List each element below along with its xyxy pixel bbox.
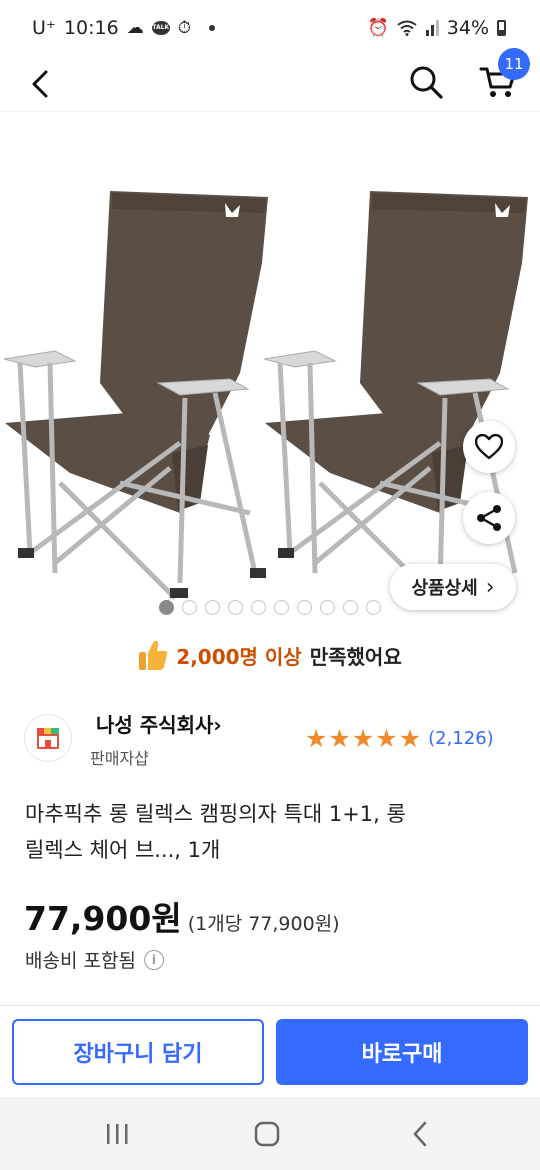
- system-navigation-bar: [0, 1097, 540, 1170]
- page-dot[interactable]: [297, 600, 312, 615]
- seller-logo[interactable]: [24, 714, 72, 762]
- star-icon: ★: [351, 724, 375, 753]
- page-dot[interactable]: [228, 600, 243, 615]
- seller-name: 나성 주식회사: [96, 713, 214, 737]
- satisfaction-banner: 2,000명 이상 만족했어요: [0, 632, 540, 678]
- back-arrow-icon: [32, 70, 48, 98]
- page-dot[interactable]: [274, 600, 289, 615]
- page-dot[interactable]: [320, 600, 335, 615]
- page-dot[interactable]: [366, 600, 381, 615]
- home-icon: [254, 1121, 280, 1147]
- shipping-info: 배송비 포함됨 i: [25, 946, 164, 973]
- app-header: 11: [0, 48, 540, 112]
- product-title-line-2: 릴렉스 체어 브..., 1개: [25, 838, 221, 862]
- back-button[interactable]: [20, 62, 60, 106]
- page-dot[interactable]: [205, 600, 220, 615]
- satisfaction-count: 2,000명 이상: [176, 644, 302, 669]
- star-icon: ★: [305, 724, 328, 753]
- page-dot[interactable]: [182, 600, 197, 615]
- share-icon: [477, 505, 501, 531]
- shipping-text: 배송비 포함됨: [25, 950, 136, 972]
- star-icon: ★: [398, 724, 422, 753]
- product-title-line-1: 마추픽추 롱 릴렉스 캠핑의자 특대 1+1, 롱: [25, 802, 406, 826]
- unit-price: (1개당 77,900원): [187, 913, 340, 935]
- satisfaction-text: 만족했어요: [309, 644, 402, 669]
- status-left: U⁺ 10:16 ☁ TALK ⏱: [32, 17, 215, 39]
- timer-icon: ⏱: [177, 17, 191, 38]
- status-time: 10:16: [63, 17, 119, 39]
- heart-icon: [475, 434, 503, 460]
- product-image-gallery[interactable]: 상품상세 ›: [0, 113, 540, 625]
- system-back-button[interactable]: [390, 1109, 450, 1159]
- thumbs-up-icon: [139, 640, 168, 670]
- star-icon: ★: [375, 724, 398, 753]
- status-right: ⏰ 34%: [368, 17, 506, 39]
- wishlist-button[interactable]: [463, 421, 515, 473]
- product-image-chair-left: [3, 191, 268, 600]
- page-dot[interactable]: [343, 600, 358, 615]
- battery-icon: [497, 20, 506, 36]
- add-to-cart-button[interactable]: 장바구니 담기: [12, 1019, 264, 1085]
- recent-apps-icon: [107, 1124, 128, 1144]
- status-bar: U⁺ 10:16 ☁ TALK ⏱ ⏰ 34%: [0, 0, 540, 56]
- page-dot[interactable]: [251, 600, 266, 615]
- back-nav-icon: [413, 1121, 427, 1147]
- seller-shop-label: 판매자샵: [90, 749, 149, 768]
- info-icon[interactable]: i: [143, 949, 164, 970]
- share-button[interactable]: [463, 492, 515, 544]
- product-title: 마추픽추 롱 릴렉스 캠핑의자 특대 1+1, 롱 릴렉스 체어 브..., 1…: [25, 796, 505, 868]
- home-button[interactable]: [237, 1109, 297, 1159]
- shop-icon: [37, 728, 59, 749]
- kakaotalk-icon: TALK: [151, 21, 170, 35]
- search-button[interactable]: [404, 60, 448, 104]
- rating-summary[interactable]: ★ ★ ★ ★ ★ (2,126): [305, 726, 494, 751]
- cart-count-badge: 11: [498, 48, 530, 80]
- cloud-icon: ☁: [126, 17, 144, 38]
- purchase-action-bar: 장바구니 담기 바로구매: [0, 1005, 540, 1097]
- battery-percent: 34%: [446, 17, 489, 39]
- price-row: 77,900원 (1개당 77,900원): [24, 892, 340, 940]
- alarm-icon: ⏰: [367, 17, 389, 38]
- signal-icon: [425, 20, 439, 36]
- seller-chevron-icon: ›: [213, 713, 222, 737]
- page-dot[interactable]: [159, 600, 174, 615]
- review-count[interactable]: (2,126): [428, 728, 494, 749]
- product-detail-label: 상품상세: [411, 578, 478, 599]
- image-pagination[interactable]: [0, 600, 540, 615]
- search-icon: [410, 66, 443, 99]
- buy-now-button[interactable]: 바로구매: [276, 1019, 528, 1085]
- product-price: 77,900원: [24, 899, 182, 938]
- seller-section: 나성 주식회사› 판매자샵 ★ ★ ★ ★ ★ (2,126): [0, 700, 540, 780]
- carrier-label: U⁺: [32, 17, 56, 39]
- chevron-right-icon: ›: [485, 574, 495, 600]
- wifi-icon: [397, 20, 417, 36]
- recent-apps-button[interactable]: [87, 1109, 147, 1159]
- notification-dot-icon: [208, 25, 215, 31]
- star-icon: ★: [328, 724, 351, 753]
- seller-name-link[interactable]: 나성 주식회사›: [96, 709, 222, 738]
